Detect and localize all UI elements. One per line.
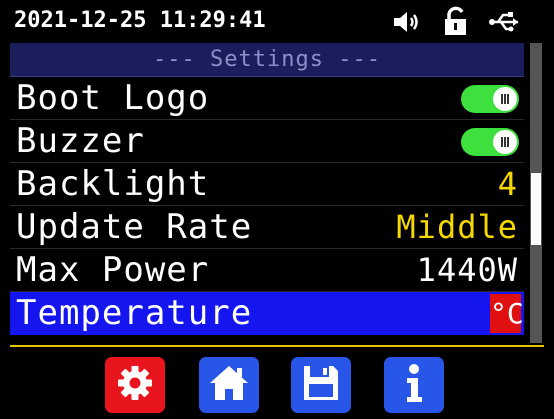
save-icon <box>301 363 341 407</box>
toggle-knob <box>493 87 517 111</box>
settings-button[interactable] <box>105 357 165 413</box>
settings-title-bar: --- Settings --- <box>10 43 524 77</box>
scrollbar[interactable] <box>530 43 542 343</box>
speaker-icon <box>392 9 422 39</box>
setting-label: Buzzer <box>16 121 145 161</box>
gear-icon <box>115 363 155 407</box>
info-button[interactable] <box>384 357 444 413</box>
toggle-knob <box>493 130 517 154</box>
setting-row-max-power[interactable]: Max Power 1440W <box>10 249 524 292</box>
bottom-dock <box>0 353 554 413</box>
divider <box>10 345 544 347</box>
update-rate-value: Middle <box>396 208 518 246</box>
usb-icon <box>488 10 522 38</box>
setting-row-buzzer[interactable]: Buzzer <box>10 120 524 163</box>
save-button[interactable] <box>291 357 351 413</box>
setting-label: Update Rate <box>16 207 253 247</box>
setting-row-boot-logo[interactable]: Boot Logo <box>10 77 524 120</box>
page-title: --- Settings --- <box>153 47 381 72</box>
settings-list: Boot Logo Buzzer Backlight 4 Update Rate… <box>10 77 524 335</box>
info-icon <box>399 362 429 408</box>
setting-label: Backlight <box>16 164 210 204</box>
home-button[interactable] <box>199 357 259 413</box>
setting-row-temperature[interactable]: Temperature °C <box>10 292 524 335</box>
unlocked-icon <box>443 6 469 40</box>
temperature-unit-badge: °C <box>490 294 524 333</box>
buzzer-toggle[interactable] <box>461 128 519 156</box>
setting-label: Temperature <box>16 293 253 333</box>
home-icon <box>207 363 251 407</box>
status-bar: 2021-12-25 11:29:41 <box>0 0 554 43</box>
backlight-value: 4 <box>497 165 518 203</box>
setting-label: Max Power <box>16 250 210 290</box>
datetime: 2021-12-25 11:29:41 <box>14 8 266 33</box>
scrollbar-thumb[interactable] <box>531 173 541 245</box>
setting-row-update-rate[interactable]: Update Rate Middle <box>10 206 524 249</box>
boot-logo-toggle[interactable] <box>461 85 519 113</box>
setting-row-backlight[interactable]: Backlight 4 <box>10 163 524 206</box>
max-power-value: 1440W <box>416 251 518 289</box>
setting-label: Boot Logo <box>16 78 210 118</box>
